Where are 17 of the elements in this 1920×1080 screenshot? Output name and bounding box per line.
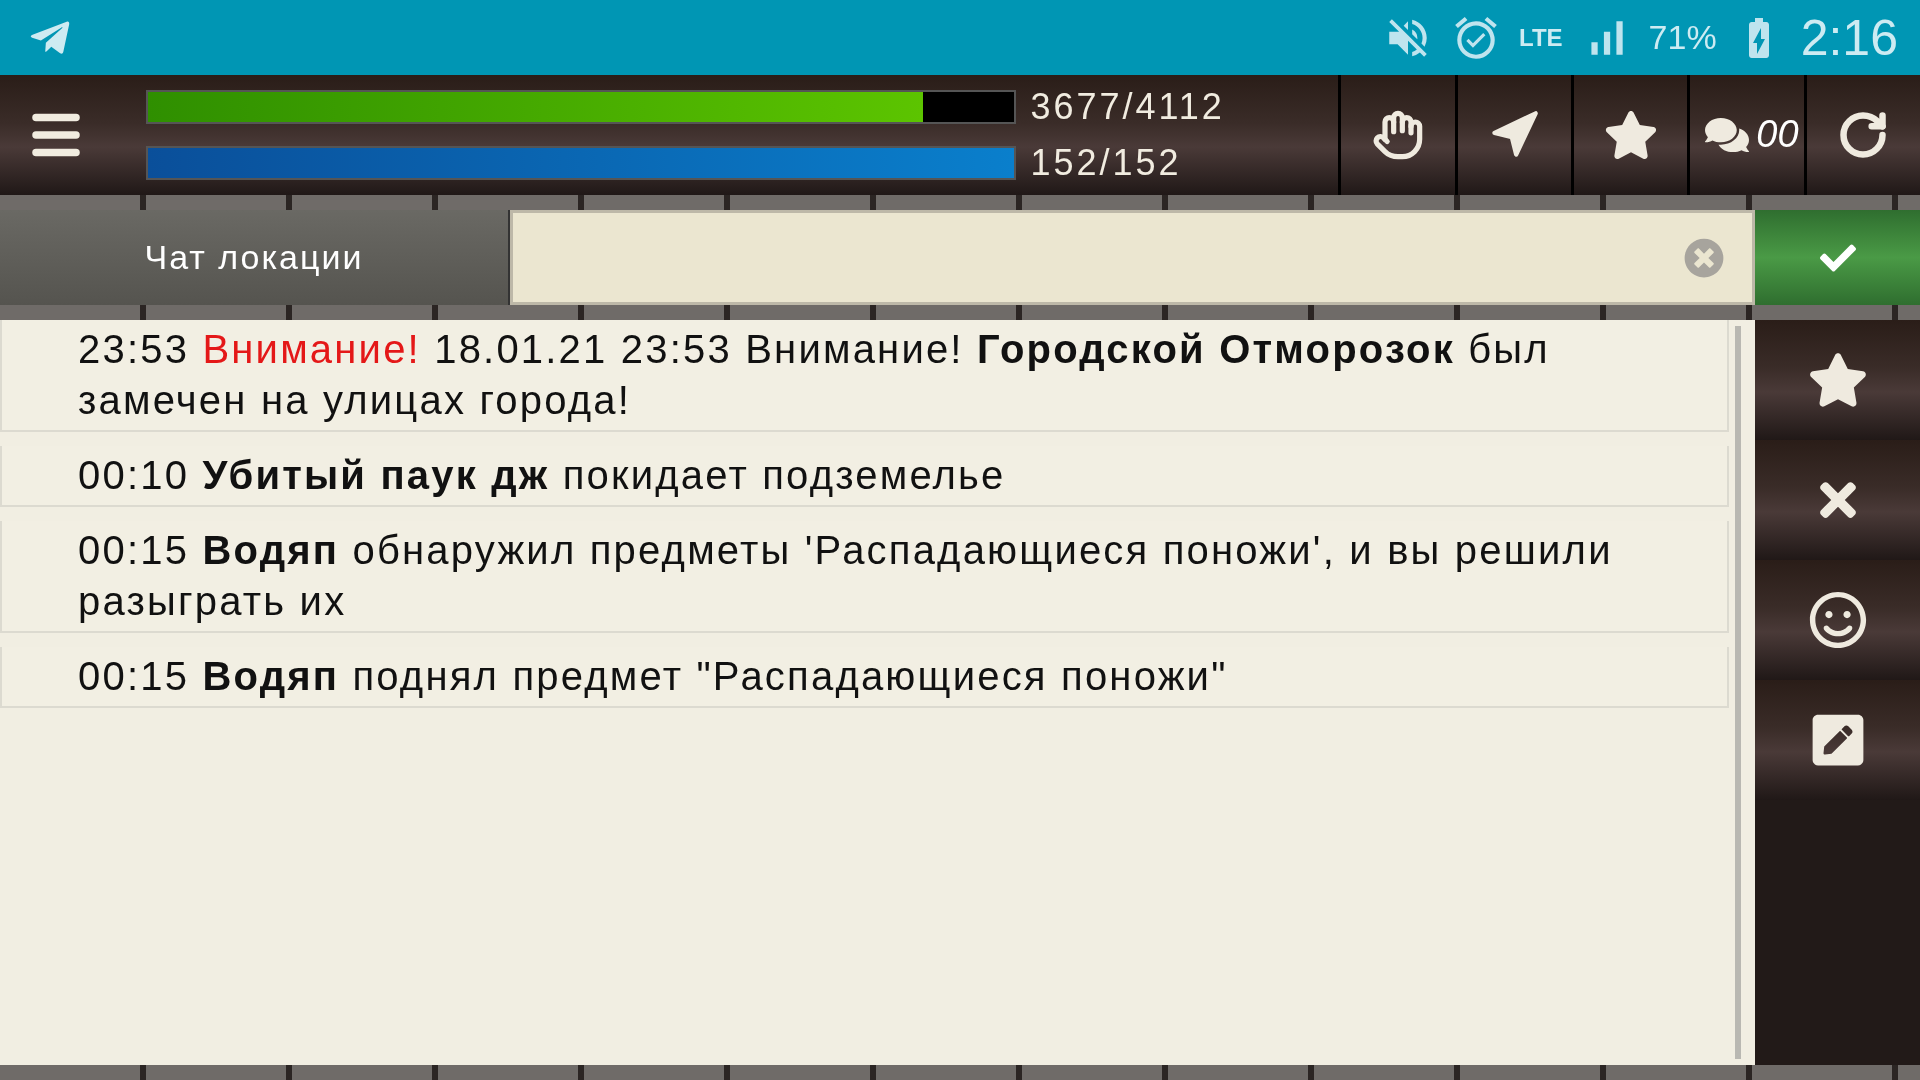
battery-percent: 71% xyxy=(1648,18,1717,57)
message-input[interactable] xyxy=(510,210,1755,305)
mana-reading: 152/152 xyxy=(1030,142,1182,184)
chat-message: 23:53 Внимание! 18.01.21 23:53 Внимание! Городской Отморозок был замечен на улицах города! xyxy=(0,320,1729,432)
hand-icon xyxy=(1371,109,1424,161)
chat-message: 00:15 Водяп обнаружил предметы 'Распадающиеся поножи', и вы решили разыграть их xyxy=(0,521,1729,633)
star-icon xyxy=(1807,350,1868,410)
channel-tab[interactable]: Чат локации xyxy=(0,210,510,305)
smiley-icon xyxy=(1808,591,1867,649)
chat-count: 00 xyxy=(1756,113,1799,156)
chat-message: 00:15 Водяп поднял предмет "Распадающиеся поножи" xyxy=(0,647,1729,708)
clock: 2:16 xyxy=(1800,8,1898,67)
chat-message: 00:10 Убитый паук дж покидает подземелье xyxy=(0,446,1729,507)
star-icon xyxy=(1603,108,1658,162)
send-button[interactable] xyxy=(1755,210,1920,305)
health-reading: 3677/4112 xyxy=(1030,86,1225,128)
network-type: LTE xyxy=(1519,23,1563,52)
